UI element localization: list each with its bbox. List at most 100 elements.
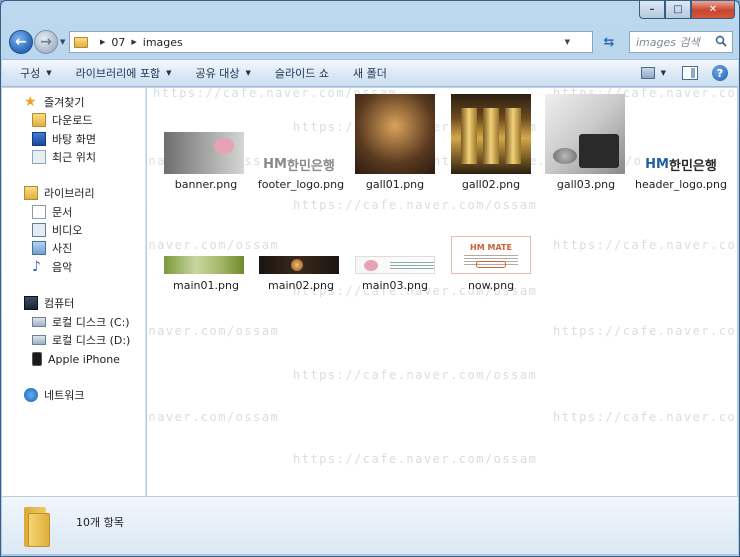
refresh-icon: ⇆	[603, 34, 615, 50]
downloads-folder-icon	[32, 113, 46, 127]
chevron-down-icon: ▼	[245, 69, 251, 77]
watermark: https://cafe.naver.com/ossam	[553, 324, 737, 338]
organize-label: 구성	[20, 67, 41, 80]
nav-item-documents[interactable]: 문서	[32, 204, 72, 220]
navigation-pane: ★ 즐겨찾기 다운로드 바탕 화면 최근 위치 라이브러리 문서 비디오 사진 ♪…	[2, 88, 146, 496]
nav-network-label: 네트워크	[44, 389, 85, 402]
watermark: https://cafe.naver.com/ossam	[147, 238, 280, 252]
coins-shape	[553, 148, 577, 164]
pictures-icon	[32, 241, 46, 255]
help-icon[interactable]: ?	[712, 65, 728, 81]
gold-bar-shape	[461, 108, 477, 164]
text-lines-shape	[390, 262, 434, 270]
address-row: ← → ▼ ▶ 07 ▶ images ▼ ⇆ images 검색	[7, 29, 735, 55]
nav-computer[interactable]: 컴퓨터	[24, 295, 74, 311]
thumbnail-title: HM MATE	[470, 243, 512, 252]
forward-button[interactable]: →	[34, 30, 58, 54]
file-name[interactable]: main03.png	[349, 279, 441, 292]
view-options-dropdown[interactable]: ▼	[661, 69, 666, 77]
nav-item-label: 음악	[52, 261, 73, 274]
nav-item-iphone[interactable]: Apple iPhone	[32, 351, 120, 367]
share-with-menu[interactable]: 공유 대상 ▼	[196, 65, 251, 81]
nav-item-recent-places[interactable]: 최근 위치	[32, 149, 96, 165]
nav-network[interactable]: 네트워크	[24, 387, 84, 403]
banner-thumbnail[interactable]	[164, 132, 244, 174]
button-shape	[476, 261, 506, 268]
file-list: https://cafe.naver.com/ossam https://caf…	[147, 88, 737, 496]
file-name[interactable]: gall02.png	[445, 178, 537, 191]
drive-icon	[32, 317, 46, 327]
main01-thumbnail[interactable]	[164, 256, 244, 274]
gold-bar-shape	[505, 108, 521, 164]
light-glow-shape	[291, 259, 303, 271]
breadcrumb-07[interactable]: 07	[111, 36, 125, 49]
header-logo-thumbnail[interactable]: HM 한민은행	[641, 154, 721, 174]
search-box[interactable]: images 검색	[629, 31, 733, 53]
command-toolbar: 구성 ▼ 라이브러리에 포함 ▼ 공유 대상 ▼ 슬라이드 쇼 새 폴더 ▼ ?	[2, 59, 738, 87]
phone-icon	[32, 352, 42, 366]
chevron-right-icon[interactable]: ▶	[100, 38, 105, 46]
gall02-thumbnail[interactable]	[451, 94, 531, 174]
logo-text: 한민은행	[668, 158, 717, 174]
recent-pages-dropdown[interactable]: ▼	[60, 38, 65, 46]
file-name[interactable]: main01.png	[160, 279, 252, 292]
close-button[interactable]: ✕	[691, 1, 735, 19]
chevron-right-icon[interactable]: ▶	[131, 38, 136, 46]
nav-item-pictures[interactable]: 사진	[32, 240, 72, 256]
file-name[interactable]: now.png	[445, 279, 537, 292]
arrow-right-icon: →	[40, 34, 52, 50]
address-dropdown-icon[interactable]: ▼	[565, 38, 570, 46]
file-name[interactable]: banner.png	[160, 178, 252, 191]
nav-libraries[interactable]: 라이브러리	[24, 185, 95, 201]
main03-thumbnail[interactable]	[355, 256, 435, 274]
file-name[interactable]: gall03.png	[540, 178, 632, 191]
nav-item-desktop[interactable]: 바탕 화면	[32, 131, 96, 147]
folder-front-shape	[28, 513, 50, 547]
gall03-thumbnail[interactable]	[545, 94, 625, 174]
nav-item-videos[interactable]: 비디오	[32, 222, 82, 238]
watermark: https://cafe.naver.com/ossam	[147, 324, 280, 338]
nav-item-label: 로컬 디스크 (D:)	[52, 334, 131, 347]
slideshow-button[interactable]: 슬라이드 쇼	[275, 65, 329, 81]
include-in-library-label: 라이브러리에 포함	[75, 67, 161, 80]
nav-computer-label: 컴퓨터	[44, 297, 75, 310]
main02-thumbnail[interactable]	[259, 256, 339, 274]
breadcrumb-images[interactable]: images	[143, 36, 183, 49]
watermark: https://cafe.naver.com/ossam	[293, 198, 538, 212]
chevron-down-icon: ▼	[166, 69, 172, 77]
address-bar[interactable]: ▶ 07 ▶ images ▼	[69, 31, 593, 53]
nav-item-drive-c[interactable]: 로컬 디스크 (C:)	[32, 314, 130, 330]
item-count: 10개 항목	[76, 516, 124, 529]
nav-favorites[interactable]: ★ 즐겨찾기	[24, 94, 84, 110]
maximize-button[interactable]: □	[665, 1, 691, 19]
documents-icon	[32, 205, 46, 219]
minimize-button[interactable]: –	[639, 1, 665, 19]
new-folder-button[interactable]: 새 폴더	[353, 65, 387, 81]
folder-icon	[22, 507, 52, 547]
file-name[interactable]: gall01.png	[349, 178, 441, 191]
gall01-thumbnail[interactable]	[355, 94, 435, 174]
share-with-label: 공유 대상	[195, 67, 240, 80]
search-icon[interactable]	[715, 35, 727, 47]
file-name[interactable]: header_logo.png	[635, 178, 727, 191]
star-icon: ★	[24, 94, 37, 110]
organize-menu[interactable]: 구성 ▼	[20, 65, 52, 81]
nav-item-drive-d[interactable]: 로컬 디스크 (D:)	[32, 332, 130, 348]
arrow-left-icon: ←	[15, 34, 27, 50]
preview-pane-icon[interactable]	[682, 66, 698, 80]
libraries-icon	[24, 186, 38, 200]
file-name[interactable]: main02.png	[255, 279, 347, 292]
desktop-icon	[32, 132, 46, 146]
now-thumbnail[interactable]: HM MATE	[451, 236, 531, 274]
nav-item-label: 최근 위치	[52, 151, 96, 164]
search-input[interactable]: images 검색	[636, 34, 700, 50]
refresh-button[interactable]: ⇆	[597, 31, 621, 53]
file-name[interactable]: footer_logo.png	[255, 178, 347, 191]
footer-logo-thumbnail[interactable]: HM 한민은행	[259, 154, 339, 174]
back-button[interactable]: ←	[9, 30, 33, 54]
nav-item-music[interactable]: ♪ 음악	[32, 259, 72, 275]
change-view-icon[interactable]	[640, 67, 655, 79]
include-in-library-menu[interactable]: 라이브러리에 포함 ▼	[76, 65, 172, 81]
nav-item-label: Apple iPhone	[48, 352, 120, 366]
nav-item-downloads[interactable]: 다운로드	[32, 112, 92, 128]
